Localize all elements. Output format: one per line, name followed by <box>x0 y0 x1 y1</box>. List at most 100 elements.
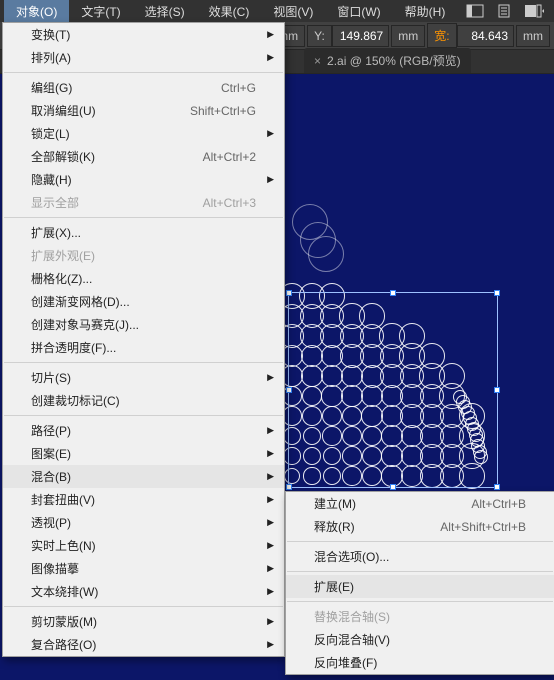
menu-label: 实时上色(N) <box>31 537 256 554</box>
menu-item[interactable]: 复合路径(O)▶ <box>3 633 284 656</box>
menu-help[interactable]: 帮助(H) <box>393 0 458 23</box>
menu-item[interactable]: 反向堆叠(F) <box>286 651 554 674</box>
w-label: 宽: <box>427 23 456 48</box>
menu-effect[interactable]: 效果(C) <box>197 0 262 23</box>
menu-label: 显示全部 <box>31 194 183 211</box>
selection-box <box>288 292 498 488</box>
menu-item[interactable]: 混合选项(O)... <box>286 545 554 568</box>
panel-icon[interactable] <box>521 2 549 20</box>
menu-item: 显示全部 Alt+Ctrl+3 <box>3 191 284 214</box>
menu-item[interactable]: 取消编组(U) Shift+Ctrl+G <box>3 99 284 122</box>
menu-item: 扩展外观(E) <box>3 244 284 267</box>
handle-se[interactable] <box>494 484 500 490</box>
layout-icon[interactable] <box>461 2 489 20</box>
menu-item[interactable]: 切片(S)▶ <box>3 366 284 389</box>
menu-label: 切片(S) <box>31 369 256 386</box>
handle-ne[interactable] <box>494 290 500 296</box>
menu-label: 混合选项(O)... <box>314 548 526 565</box>
menu-label: 创建对象马赛克(J)... <box>31 316 256 333</box>
menu-label: 变换(T) <box>31 26 256 43</box>
menu-item[interactable]: 混合(B)▶ <box>3 465 284 488</box>
menu-object[interactable]: 对象(O) <box>4 0 69 23</box>
menu-label: 扩展(E) <box>314 578 526 595</box>
w-value[interactable]: 84.643 <box>457 25 514 47</box>
menu-label: 扩展外观(E) <box>31 247 256 264</box>
menu-item[interactable]: 排列(A)▶ <box>3 46 284 69</box>
menu-item[interactable]: 文本绕排(W)▶ <box>3 580 284 603</box>
menu-item[interactable]: 全部解锁(K)Alt+Ctrl+2 <box>3 145 284 168</box>
menu-label: 路径(P) <box>31 422 256 439</box>
doc-icon[interactable] <box>491 2 519 20</box>
y-value[interactable]: 149.867 <box>332 25 389 47</box>
menu-item[interactable]: 反向混合轴(V) <box>286 628 554 651</box>
menu-item[interactable]: 锁定(L)▶ <box>3 122 284 145</box>
handle-w[interactable] <box>286 387 292 393</box>
menu-label: 创建裁切标记(C) <box>31 392 256 409</box>
chevron-right-icon: ▶ <box>267 29 274 40</box>
menu-type[interactable]: 文字(T) <box>69 0 132 23</box>
separator <box>287 571 553 572</box>
menu-item[interactable]: 图案(E) ▶ <box>3 442 284 465</box>
menu-label: 扩展(X)... <box>31 224 256 241</box>
menu-label: 拼合透明度(F)... <box>31 339 256 356</box>
menu-item[interactable]: 扩展(X)... <box>3 221 284 244</box>
menu-label: 创建渐变网格(D)... <box>31 293 256 310</box>
handle-nw[interactable] <box>286 290 292 296</box>
menu-item: 替换混合轴(S) <box>286 605 554 628</box>
menu-label: 图案(E) <box>31 445 256 462</box>
menu-label: 剪切蒙版(M) <box>31 613 256 630</box>
menu-label: 图像描摹 <box>31 560 256 577</box>
menu-item[interactable]: 创建渐变网格(D)... <box>3 290 284 313</box>
menu-item[interactable]: 剪切蒙版(M)▶ <box>3 610 284 633</box>
chevron-right-icon: ▶ <box>267 586 274 597</box>
handle-sw[interactable] <box>286 484 292 490</box>
menu-label: 取消编组(U) <box>31 102 170 119</box>
menu-item[interactable]: 建立(M) Alt+Ctrl+B <box>286 492 554 515</box>
menu-item[interactable]: 变换(T) ▶ <box>3 23 284 46</box>
shortcut: Ctrl+G <box>221 81 256 95</box>
menu-item[interactable]: 图像描摹▶ <box>3 557 284 580</box>
chevron-right-icon: ▶ <box>267 448 274 459</box>
menu-item[interactable]: 扩展(E) <box>286 575 554 598</box>
menu-item[interactable]: 封套扭曲(V) ▶ <box>3 488 284 511</box>
y-label: Y: <box>307 25 332 47</box>
menu-window[interactable]: 窗口(W) <box>325 0 392 23</box>
handle-s[interactable] <box>390 484 396 490</box>
menu-item[interactable]: 透视(P) ▶ <box>3 511 284 534</box>
shortcut: Alt+Ctrl+B <box>471 497 526 511</box>
shortcut: Alt+Ctrl+2 <box>203 150 256 164</box>
chevron-right-icon: ▶ <box>267 494 274 505</box>
object-menu: 变换(T)▶排列(A)▶编组(G)Ctrl+G取消编组(U)Shift+Ctrl… <box>2 22 285 657</box>
menu-label: 透视(P) <box>31 514 256 531</box>
close-icon[interactable]: × <box>314 54 321 68</box>
chevron-right-icon: ▶ <box>267 52 274 63</box>
chevron-right-icon: ▶ <box>267 517 274 528</box>
menu-item[interactable]: 路径(P) ▶ <box>3 419 284 442</box>
menubar: 对象(O) 文字(T) 选择(S) 效果(C) 视图(V) 窗口(W) 帮助(H… <box>0 0 554 22</box>
shortcut: Alt+Ctrl+3 <box>203 196 256 210</box>
chevron-right-icon: ▶ <box>267 425 274 436</box>
menu-item[interactable]: 编组(G)Ctrl+G <box>3 76 284 99</box>
menu-item[interactable]: 隐藏(H)▶ <box>3 168 284 191</box>
menu-label: 封套扭曲(V) <box>31 491 256 508</box>
menu-item[interactable]: 释放(R)Alt+Shift+Ctrl+B <box>286 515 554 538</box>
menu-label: 建立(M) <box>314 495 451 512</box>
w-unit: mm <box>516 25 550 47</box>
shortcut: Shift+Ctrl+G <box>190 104 256 118</box>
handle-e[interactable] <box>494 387 500 393</box>
menu-item[interactable]: 实时上色(N) ▶ <box>3 534 284 557</box>
chevron-right-icon: ▶ <box>267 540 274 551</box>
menu-item[interactable]: 栅格化(Z)... <box>3 267 284 290</box>
menu-view[interactable]: 视图(V) <box>261 0 325 23</box>
tab-title: 2.ai @ 150% (RGB/预览) <box>327 52 461 69</box>
blend-submenu: 建立(M) Alt+Ctrl+B 释放(R)Alt+Shift+Ctrl+B 混合选项… <box>285 491 554 675</box>
handle-n[interactable] <box>390 290 396 296</box>
menu-item[interactable]: 创建对象马赛克(J)... <box>3 313 284 336</box>
document-tab[interactable]: × 2.ai @ 150% (RGB/预览) <box>304 48 471 73</box>
menu-item[interactable]: 拼合透明度(F)... <box>3 336 284 359</box>
menu-item[interactable]: 创建裁切标记(C) <box>3 389 284 412</box>
separator <box>4 415 283 416</box>
menu-label: 混合(B) <box>31 468 256 485</box>
menu-select[interactable]: 选择(S) <box>133 0 197 23</box>
separator <box>4 362 283 363</box>
